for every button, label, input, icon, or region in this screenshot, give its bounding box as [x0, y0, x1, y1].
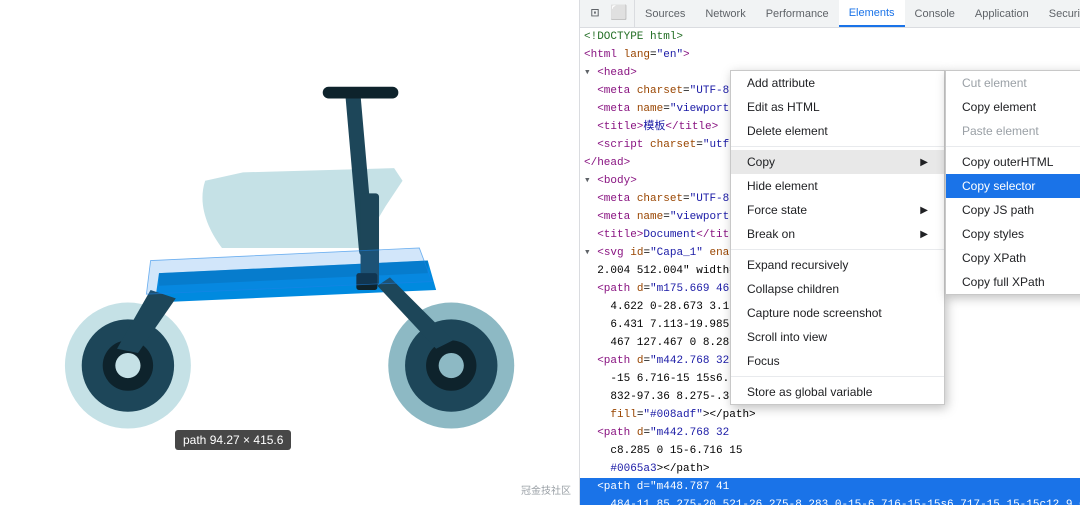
- code-line[interactable]: <html lang="en">: [580, 46, 1080, 64]
- tab-security[interactable]: Security: [1039, 0, 1080, 27]
- submenu-item-copy-full-xpath[interactable]: Copy full XPath: [946, 270, 1080, 294]
- path-tooltip: path 94.27 × 415.6: [175, 430, 291, 450]
- context-menu-item-hide-element[interactable]: Hide element: [731, 174, 944, 198]
- submenu-separator-1: [946, 146, 1080, 147]
- context-menu-item-focus[interactable]: Focus: [731, 349, 944, 373]
- context-menu-item-break-on[interactable]: Break on ▶: [731, 222, 944, 246]
- code-line[interactable]: <!DOCTYPE html>: [580, 28, 1080, 46]
- scooter-container: path 94.27 × 415.6 冠金技社区: [0, 0, 579, 505]
- context-menu-item-scroll-into-view[interactable]: Scroll into view: [731, 325, 944, 349]
- code-line[interactable]: <path d="m442.768 32: [580, 424, 1080, 442]
- right-panel: ⊡ ⬜ Sources Network Performance Elements…: [580, 0, 1080, 505]
- submenu-item-copy-element[interactable]: Copy element: [946, 95, 1080, 119]
- submenu-item-copy-js-path[interactable]: Copy JS path: [946, 198, 1080, 222]
- tab-sources[interactable]: Sources: [635, 0, 695, 27]
- submenu-item-copy-styles[interactable]: Copy styles: [946, 222, 1080, 246]
- context-menu-item-force-state[interactable]: Force state ▶: [731, 198, 944, 222]
- context-menu-separator-1: [731, 146, 944, 147]
- code-line[interactable]: fill="#008adf"></path>: [580, 406, 1080, 424]
- break-on-arrow-icon: ▶: [920, 229, 928, 240]
- code-line[interactable]: #0065a3></path>: [580, 460, 1080, 478]
- code-panel[interactable]: <!DOCTYPE html> <html lang="en"> ▾ <head…: [580, 28, 1080, 505]
- force-state-arrow-icon: ▶: [920, 205, 928, 216]
- device-icon[interactable]: ⬜: [608, 3, 630, 25]
- context-menu-item-add-attribute[interactable]: Add attribute: [731, 71, 944, 95]
- submenu-item-paste-element[interactable]: Paste element: [946, 119, 1080, 143]
- code-line-selected[interactable]: <path d="m448.787 41: [580, 478, 1080, 496]
- tab-network[interactable]: Network: [695, 0, 755, 27]
- context-menu-item-capture-screenshot[interactable]: Capture node screenshot: [731, 301, 944, 325]
- context-menu-item-collapse-children[interactable]: Collapse children: [731, 277, 944, 301]
- context-menu-item-expand-recursively[interactable]: Expand recursively: [731, 253, 944, 277]
- submenu-item-cut-element[interactable]: Cut element: [946, 71, 1080, 95]
- tab-performance[interactable]: Performance: [756, 0, 839, 27]
- copy-submenu: Cut element Copy element Paste element C…: [945, 70, 1080, 295]
- watermark: 冠金技社区: [521, 482, 571, 497]
- left-panel: path 94.27 × 415.6 冠金技社区: [0, 0, 580, 505]
- devtools-nav: ⊡ ⬜ Sources Network Performance Elements…: [580, 0, 1080, 28]
- copy-arrow-icon: ▶: [920, 157, 928, 168]
- context-menu-separator-3: [731, 376, 944, 377]
- submenu-item-copy-xpath[interactable]: Copy XPath: [946, 246, 1080, 270]
- tab-application[interactable]: Application: [965, 0, 1039, 27]
- submenu-item-copy-outerhtml[interactable]: Copy outerHTML: [946, 150, 1080, 174]
- context-menu-item-copy[interactable]: Copy ▶: [731, 150, 944, 174]
- inspect-icon[interactable]: ⊡: [584, 3, 606, 25]
- submenu-item-copy-selector[interactable]: Copy selector: [946, 174, 1080, 198]
- context-menu-item-store-global[interactable]: Store as global variable: [731, 380, 944, 404]
- context-menu: Add attribute Edit as HTML Delete elemen…: [730, 70, 945, 405]
- tab-console[interactable]: Console: [905, 0, 965, 27]
- code-line[interactable]: c8.285 0 15-6.716 15: [580, 442, 1080, 460]
- context-menu-separator-2: [731, 249, 944, 250]
- context-menu-item-delete-element[interactable]: Delete element: [731, 119, 944, 143]
- code-line-selected-2[interactable]: 484-11.85.275-20.521-26.275-8.283 0-15-6…: [580, 496, 1080, 505]
- context-menu-item-edit-as-html[interactable]: Edit as HTML: [731, 95, 944, 119]
- tab-elements[interactable]: Elements: [839, 0, 905, 27]
